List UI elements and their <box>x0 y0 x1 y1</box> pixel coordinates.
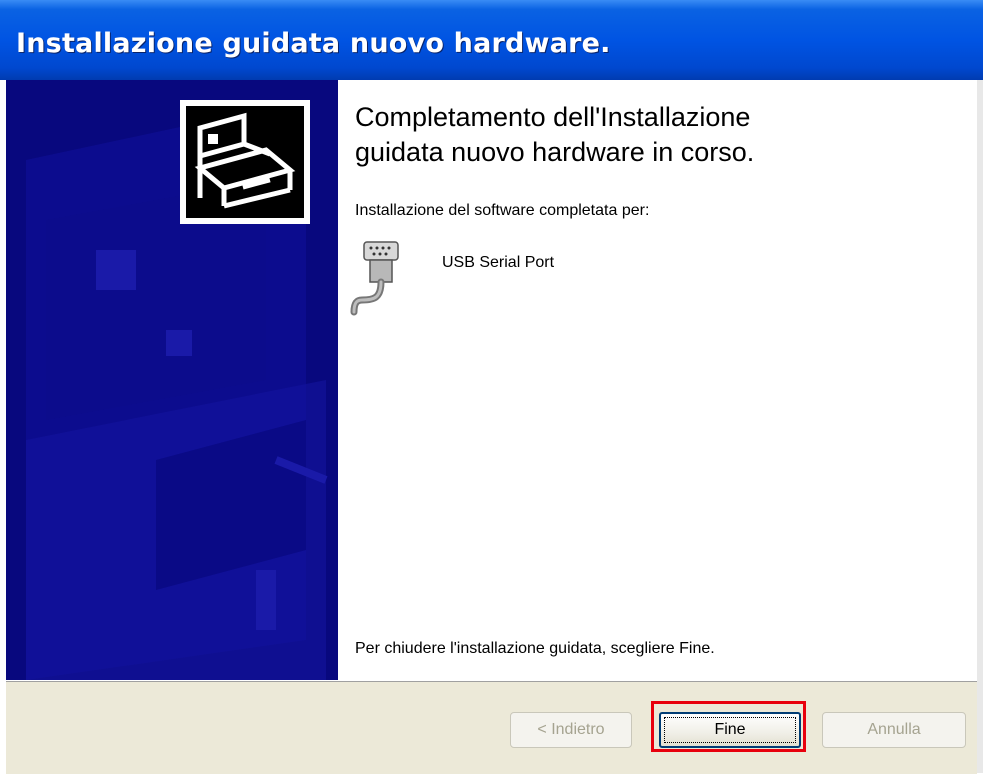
finish-button[interactable]: Fine <box>659 712 801 748</box>
serial-port-icon <box>350 238 400 318</box>
heading-line-1: Completamento dell'Installazione <box>355 102 751 132</box>
wizard-banner <box>6 80 338 680</box>
title-bar[interactable]: Installazione guidata nuovo hardware. <box>0 0 983 80</box>
wizard-content: Completamento dell'Installazione guidata… <box>338 80 977 680</box>
heading-line-2: guidata nuovo hardware in corso. <box>355 137 755 167</box>
device-name: USB Serial Port <box>442 254 555 271</box>
status-text: Installazione del software completata pe… <box>355 202 650 219</box>
instruction-text: Per chiudere l'installazione guidata, sc… <box>355 640 715 657</box>
page-heading: Completamento dell'Installazione guidata… <box>355 100 955 170</box>
cancel-button[interactable]: Annulla <box>822 712 966 748</box>
window-frame-right <box>977 80 983 773</box>
hardware-icon <box>180 100 310 224</box>
back-button[interactable]: < Indietro <box>510 712 632 748</box>
finish-button-label: Fine <box>714 721 746 738</box>
window-title: Installazione guidata nuovo hardware. <box>16 28 611 59</box>
button-bar: < Indietro Fine Annulla <box>6 681 977 774</box>
